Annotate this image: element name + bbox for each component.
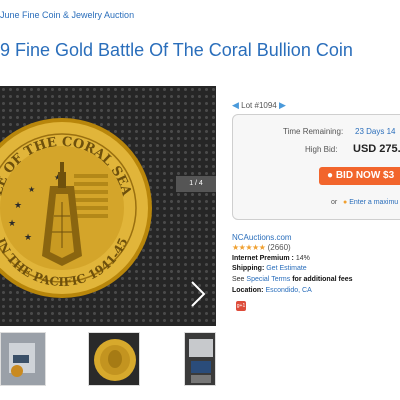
scale-readout-photo-icon: [185, 333, 215, 385]
scale-photo-icon: [1, 333, 45, 385]
or-text: or: [331, 199, 338, 206]
thumbnail-2[interactable]: [88, 332, 140, 386]
google-plus-icon[interactable]: g+1: [236, 301, 246, 311]
rating-count: (2660): [267, 243, 291, 252]
next-lot-icon[interactable]: ▶: [279, 100, 286, 110]
terms-suffix: for additional fees: [292, 276, 353, 283]
lot-number: Lot #1094: [241, 101, 277, 110]
location-row: Location: Escondido, CA: [232, 287, 312, 294]
prev-lot-icon[interactable]: ◀: [232, 100, 239, 110]
gold-coin-image: ★ ★ ★ ★ ★ LE OF THE CORAL SEA IN THE PAC…: [0, 118, 152, 298]
internet-premium-row: Internet Premium : 14%: [232, 255, 310, 262]
gavel-icon: ●: [327, 170, 336, 181]
internet-premium-label: Internet Premium :: [232, 255, 294, 262]
coin-reverse-photo-icon: [89, 333, 139, 385]
seller-rating[interactable]: ★★★★★ (2660): [232, 243, 291, 252]
chevron-right-icon: [191, 281, 206, 307]
high-bid-label: High Bid:: [305, 145, 338, 154]
time-remaining-label: Time Remaining:: [283, 127, 344, 136]
bid-now-button[interactable]: ● BID NOW $3: [319, 167, 400, 185]
image-counter: 1 / 4: [176, 176, 216, 192]
bid-panel: Time Remaining: 23 Days 14 High Bid: USD…: [232, 114, 400, 220]
page-title: 9 Fine Gold Battle Of The Coral Bullion …: [0, 40, 353, 60]
enter-max-bid-label: Enter a maximu: [349, 199, 399, 206]
next-image-arrow[interactable]: [186, 278, 210, 310]
enter-max-bid-link[interactable]: ● Enter a maximu: [343, 199, 398, 206]
thumbnail-1[interactable]: [0, 332, 46, 386]
location-label: Location:: [232, 287, 264, 294]
get-estimate-link[interactable]: Get Estimate: [266, 265, 306, 272]
seller-name-link[interactable]: NCAuctions.com: [232, 233, 292, 242]
location-link[interactable]: Escondido, CA: [265, 287, 311, 294]
high-bid-value: USD 275.: [353, 143, 400, 155]
breadcrumb[interactable]: June Fine Coin & Jewelry Auction: [0, 10, 134, 20]
bid-now-label: BID NOW $3: [335, 170, 395, 181]
special-terms-link[interactable]: Special Terms: [246, 276, 290, 283]
lot-navigation: ◀ Lot #1094 ▶: [232, 100, 286, 111]
svg-text:★: ★: [14, 201, 22, 211]
thumbnail-3[interactable]: [184, 332, 216, 386]
svg-text:★: ★: [8, 219, 16, 229]
shipping-label: Shipping:: [232, 265, 265, 272]
svg-text:★: ★: [28, 185, 35, 194]
internet-premium-value: 14%: [295, 255, 310, 262]
rating-stars-icon: ★★★★★: [232, 243, 266, 252]
svg-text:★: ★: [24, 233, 32, 243]
see-text: See: [232, 276, 245, 283]
special-terms-row: See Special Terms for additional fees: [232, 276, 353, 283]
main-product-image[interactable]: ★ ★ ★ ★ ★ LE OF THE CORAL SEA IN THE PAC…: [0, 86, 216, 326]
shipping-row: Shipping: Get Estimate: [232, 265, 307, 272]
time-remaining-value: 23 Days 14: [355, 127, 396, 136]
